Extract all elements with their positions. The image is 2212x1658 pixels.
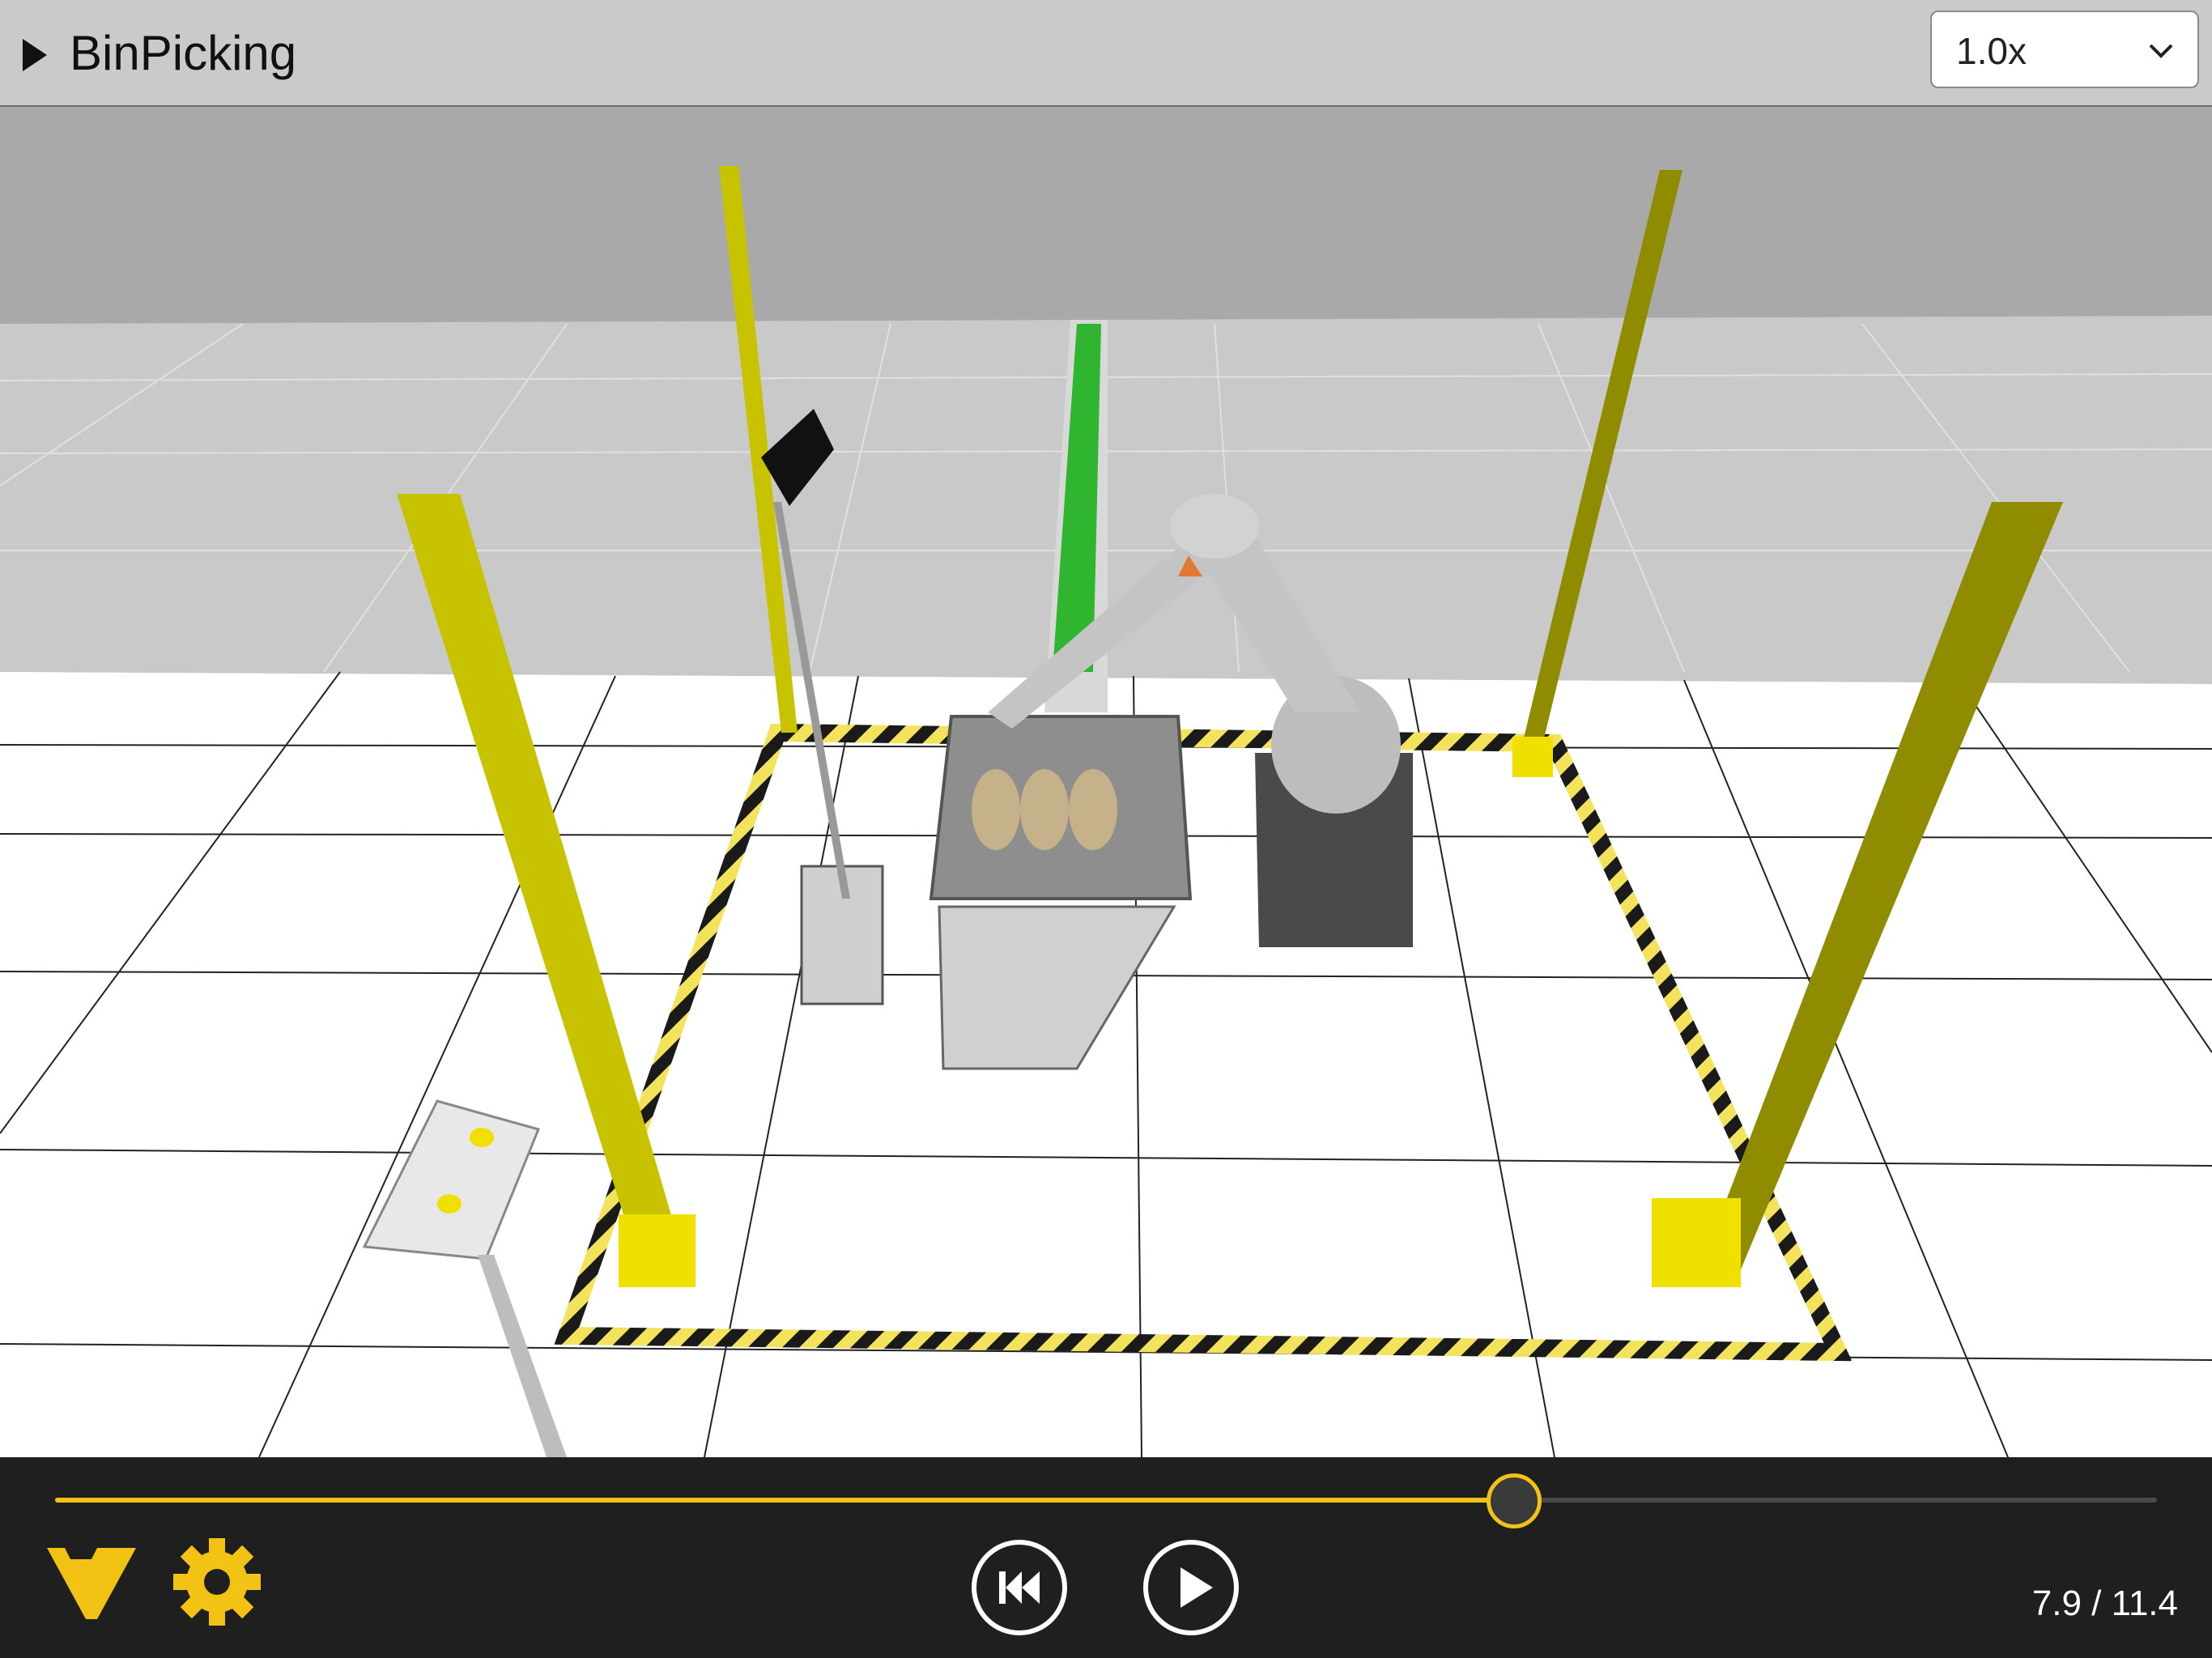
panel-button-bottom: [437, 1194, 462, 1214]
backdrop-wall: [0, 107, 2212, 324]
bin-parts: [972, 769, 1117, 850]
panel-button-top: [470, 1128, 494, 1147]
scene-render: [0, 107, 2212, 1457]
scene-title: BinPicking: [70, 26, 297, 80]
playback-speed-value: 1.0x: [1956, 30, 2027, 72]
v-logo-icon: [47, 1548, 136, 1619]
expand-triangle-icon[interactable]: [23, 39, 47, 71]
play-button[interactable]: [1143, 1540, 1239, 1635]
total-time: 11.4: [2111, 1584, 2178, 1623]
header-bar: BinPicking 1.0x: [0, 0, 2212, 107]
timeline-progress: [55, 1498, 1512, 1503]
timeline-slider[interactable]: [55, 1473, 2157, 1528]
pillar-base-near-left: [619, 1214, 696, 1287]
playback-speed-select[interactable]: 1.0x: [1930, 11, 2199, 88]
gear-icon[interactable]: [172, 1537, 262, 1627]
current-time: 7.9: [2031, 1584, 2082, 1623]
chevron-down-icon: [2149, 44, 2173, 58]
time-readout: 7.9 / 11.4: [2032, 1584, 2178, 1624]
rewind-button[interactable]: [972, 1540, 1067, 1635]
3d-viewport[interactable]: [0, 107, 2212, 1457]
skip-to-start-icon: [999, 1571, 1040, 1604]
time-separator: /: [2081, 1584, 2112, 1623]
pillar-base-far-right: [1512, 737, 1553, 777]
pillar-base-near-right: [1652, 1198, 1741, 1287]
timeline-handle[interactable]: [1487, 1473, 1542, 1528]
playback-control-bar: 7.9 / 11.4: [0, 1457, 2212, 1658]
play-icon: [1180, 1567, 1213, 1608]
robot-elbow: [1170, 494, 1259, 559]
